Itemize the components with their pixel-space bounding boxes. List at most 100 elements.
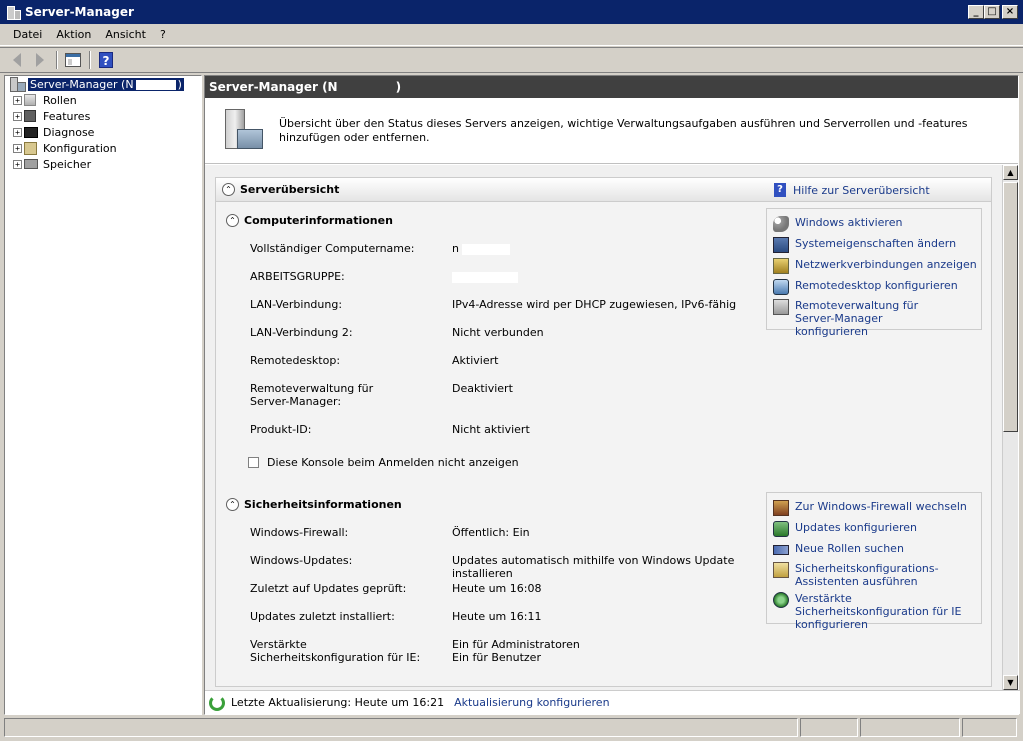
show-hide-console-tree-button[interactable] xyxy=(62,50,84,70)
menu-datei[interactable]: Datei xyxy=(6,28,49,41)
server-summary-section: ⌃ Serverübersicht ? Hilfe zur Serverüber… xyxy=(215,177,992,687)
storage-icon xyxy=(24,159,38,169)
vertical-scrollbar[interactable]: ▲ ▼ xyxy=(1002,165,1018,690)
system-properties-icon xyxy=(773,237,789,253)
action-netzwerkverbindungen[interactable]: Netzwerkverbindungen anzeigen xyxy=(773,258,977,274)
expand-icon[interactable]: + xyxy=(13,111,22,121)
close-button[interactable]: × xyxy=(1002,5,1018,19)
expand-icon[interactable]: + xyxy=(13,127,22,137)
maximize-button[interactable]: □ xyxy=(984,5,1000,19)
tree-root-label: Server-Manager (N) xyxy=(28,77,184,91)
server-toolbox-icon xyxy=(219,107,267,155)
intro-banner: Übersicht über den Status dieses Servers… xyxy=(205,98,1018,164)
security-wizard-icon xyxy=(773,562,789,578)
tree-item-features[interactable]: + Features xyxy=(5,108,201,124)
firewall-icon xyxy=(773,500,789,516)
hide-at-logon-checkbox[interactable] xyxy=(248,457,259,468)
refresh-footer: Letzte Aktualisierung: Heute um 16:21 Ak… xyxy=(205,690,1020,714)
tree-item-label: Speicher xyxy=(43,157,92,171)
help-link-label[interactable]: Hilfe zur Serverübersicht xyxy=(793,184,930,197)
remote-management-icon xyxy=(773,299,789,315)
expand-icon[interactable]: + xyxy=(13,159,22,169)
expand-icon[interactable]: + xyxy=(13,95,22,105)
tree-item-diagnose[interactable]: + Diagnose xyxy=(5,124,201,140)
help-icon: ? xyxy=(774,183,786,197)
tree-item-konfiguration[interactable]: + Konfiguration xyxy=(5,140,201,156)
status-bar xyxy=(0,716,1023,741)
refresh-icon xyxy=(209,694,225,711)
minimize-button[interactable]: _ xyxy=(968,5,984,19)
action-systemeigenschaften[interactable]: Systemeigenschaften ändern xyxy=(773,237,956,253)
scroll-down-button[interactable]: ▼ xyxy=(1003,675,1018,690)
checkbox-label: Diese Konsole beim Anmelden nicht anzeig… xyxy=(267,456,519,469)
menu-ansicht[interactable]: Ansicht xyxy=(98,28,153,41)
tree-item-rollen[interactable]: + Rollen xyxy=(5,92,201,108)
features-icon xyxy=(24,110,36,122)
tree-root-server-manager[interactable]: Server-Manager (N) xyxy=(5,76,201,92)
tree-item-label: Diagnose xyxy=(43,125,95,139)
intro-text: Übersicht über den Status dieses Servers… xyxy=(279,116,968,144)
collapse-chevron-up-icon[interactable]: ⌃ xyxy=(222,183,235,196)
tree-item-speicher[interactable]: + Speicher xyxy=(5,156,201,172)
network-connections-icon xyxy=(773,258,789,274)
security-info-header: ⌃ Sicherheitsinformationen xyxy=(220,498,402,511)
tree-item-label: Konfiguration xyxy=(43,141,117,155)
scroll-thumb[interactable] xyxy=(1003,182,1018,432)
check-roles-icon xyxy=(773,545,789,555)
action-windows-aktivieren[interactable]: Windows aktivieren xyxy=(773,216,902,232)
computer-info-subsection: ⌃ Computerinformationen Vollständiger Co… xyxy=(216,208,993,508)
action-remotedesktop[interactable]: Remotedesktop konfigurieren xyxy=(773,279,958,295)
forward-arrow-icon xyxy=(36,53,44,67)
back-arrow-icon xyxy=(13,53,21,67)
action-sicherheitskonfiguration[interactable]: Sicherheitskonfigurations-Assistenten au… xyxy=(773,562,939,588)
action-firewall[interactable]: Zur Windows-Firewall wechseln xyxy=(773,500,967,516)
console-tree: Server-Manager (N) + Rollen + Features +… xyxy=(4,75,202,715)
configure-refresh-link[interactable]: Aktualisierung konfigurieren xyxy=(454,696,609,709)
subsection-title: Computerinformationen xyxy=(244,214,393,227)
menu-bar: Datei Aktion Ansicht ? xyxy=(0,24,1023,46)
action-neue-rollen-suchen[interactable]: Neue Rollen suchen xyxy=(773,542,904,555)
server-summary-header: ⌃ Serverübersicht ? Hilfe zur Serverüber… xyxy=(216,178,991,202)
help-button[interactable]: ? xyxy=(95,50,117,70)
expand-icon[interactable]: + xyxy=(13,143,22,153)
tree-item-label: Rollen xyxy=(43,93,77,107)
hide-at-logon-checkbox-row[interactable]: Diese Konsole beim Anmelden nicht anzeig… xyxy=(248,456,519,469)
show-hide-console-tree-icon xyxy=(65,53,81,67)
collapse-chevron-up-icon[interactable]: ⌃ xyxy=(226,214,239,227)
action-ie-esc[interactable]: Verstärkte Sicherheitskonfiguration für … xyxy=(773,592,973,631)
subsection-title: Sicherheitsinformationen xyxy=(244,498,402,511)
status-cell xyxy=(800,718,858,737)
status-cell xyxy=(962,718,1017,737)
window-title: Server-Manager xyxy=(25,5,134,19)
tree-item-label: Features xyxy=(43,109,91,123)
toolbar: ? xyxy=(0,47,1023,73)
pane-header: Server-Manager (N) xyxy=(205,76,1018,98)
toolbar-separator xyxy=(89,51,91,69)
toolbar-separator xyxy=(56,51,58,69)
redacted-value xyxy=(452,271,518,283)
redacted-value xyxy=(462,243,511,255)
menu-help[interactable]: ? xyxy=(153,28,173,41)
help-link-server-summary[interactable]: ? Hilfe zur Serverübersicht xyxy=(774,183,930,197)
ie-security-icon xyxy=(773,592,789,608)
security-info-actions: Zur Windows-Firewall wechseln Updates ko… xyxy=(766,492,982,631)
scroll-up-button[interactable]: ▲ xyxy=(1003,165,1018,180)
remote-desktop-icon xyxy=(773,279,789,295)
menu-aktion[interactable]: Aktion xyxy=(49,28,98,41)
back-button[interactable] xyxy=(6,50,28,70)
section-title: Serverübersicht xyxy=(240,183,340,196)
action-updates-konfigurieren[interactable]: Updates konfigurieren xyxy=(773,521,917,537)
server-manager-icon xyxy=(9,77,26,92)
computer-info-header: ⌃ Computerinformationen xyxy=(220,214,393,227)
title-bar: Server-Manager _ □ × xyxy=(0,0,1023,24)
help-icon: ? xyxy=(99,52,113,68)
status-cell xyxy=(860,718,960,737)
status-cell xyxy=(4,718,798,737)
roles-icon xyxy=(24,94,36,106)
action-remoteverwaltung[interactable]: Remoteverwaltung für Server-Manager konf… xyxy=(773,299,943,338)
security-info-subsection: ⌃ Sicherheitsinformationen Windows-Firew… xyxy=(216,492,993,682)
windows-update-icon xyxy=(773,521,789,537)
collapse-chevron-up-icon[interactable]: ⌃ xyxy=(226,498,239,511)
forward-button[interactable] xyxy=(29,50,51,70)
configuration-icon xyxy=(24,141,37,155)
